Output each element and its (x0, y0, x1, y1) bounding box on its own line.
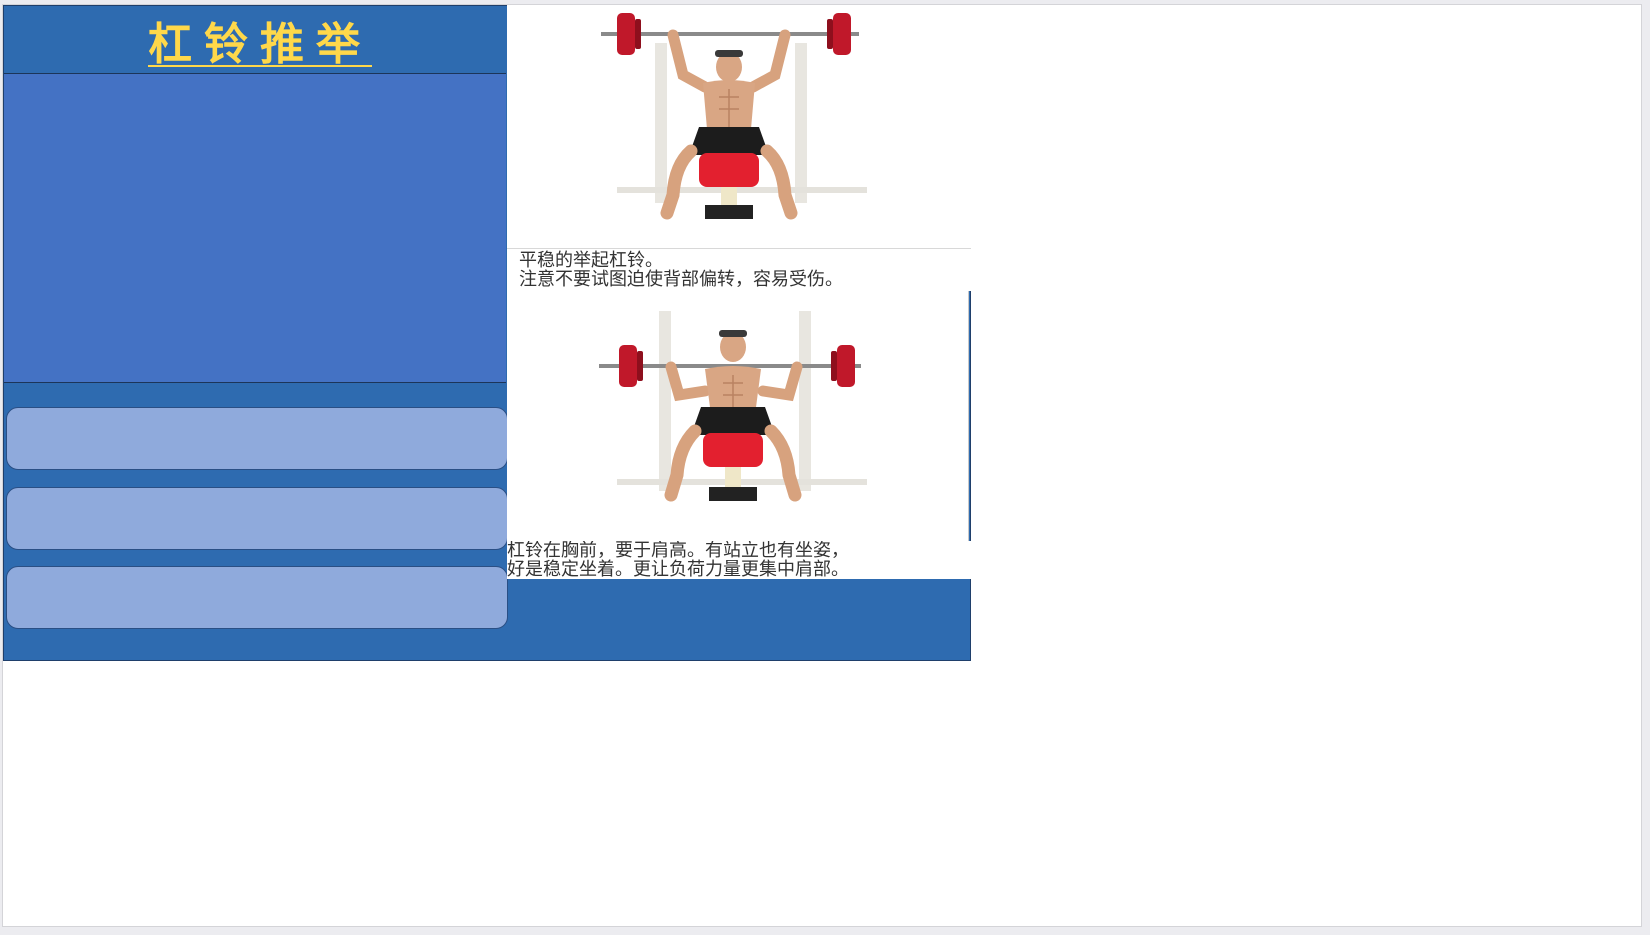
caption-shoulder-line-1: 杠铃在胸前，要于肩高。有站立也有坐姿， (507, 541, 849, 561)
option-box-3[interactable] (6, 566, 508, 629)
title-bar: 杠铃推举 (4, 6, 506, 74)
caption-shoulder-line-2: 好是稳定坐着。更让负荷力量更集中肩部。 (507, 559, 849, 579)
option-box-1[interactable] (6, 407, 508, 470)
caption-shoulder: 杠铃在胸前，要于肩高。有站立也有坐姿， 好是稳定坐着。更让负荷力量更集中肩部。 (507, 541, 971, 579)
caption-overhead: 平稳的举起杠铃。 注意不要试图迫使背部偏转，容易受伤。 (507, 249, 971, 291)
caption-overhead-line-1: 平稳的举起杠铃。 (519, 250, 663, 271)
text-content-box (4, 74, 506, 383)
slide-title: 杠铃推举 (148, 18, 372, 70)
exercise-image-shoulder (507, 291, 969, 541)
slide-canvas: 杠铃推举 平稳的举起杠铃。 注意不要试图迫使背部偏转，容易受伤。 杠铃在胸前，要… (2, 4, 1642, 927)
option-box-2[interactable] (6, 487, 508, 550)
caption-overhead-line-2: 注意不要试图迫使背部偏转，容易受伤。 (519, 269, 843, 290)
exercise-image-overhead (507, 5, 971, 249)
